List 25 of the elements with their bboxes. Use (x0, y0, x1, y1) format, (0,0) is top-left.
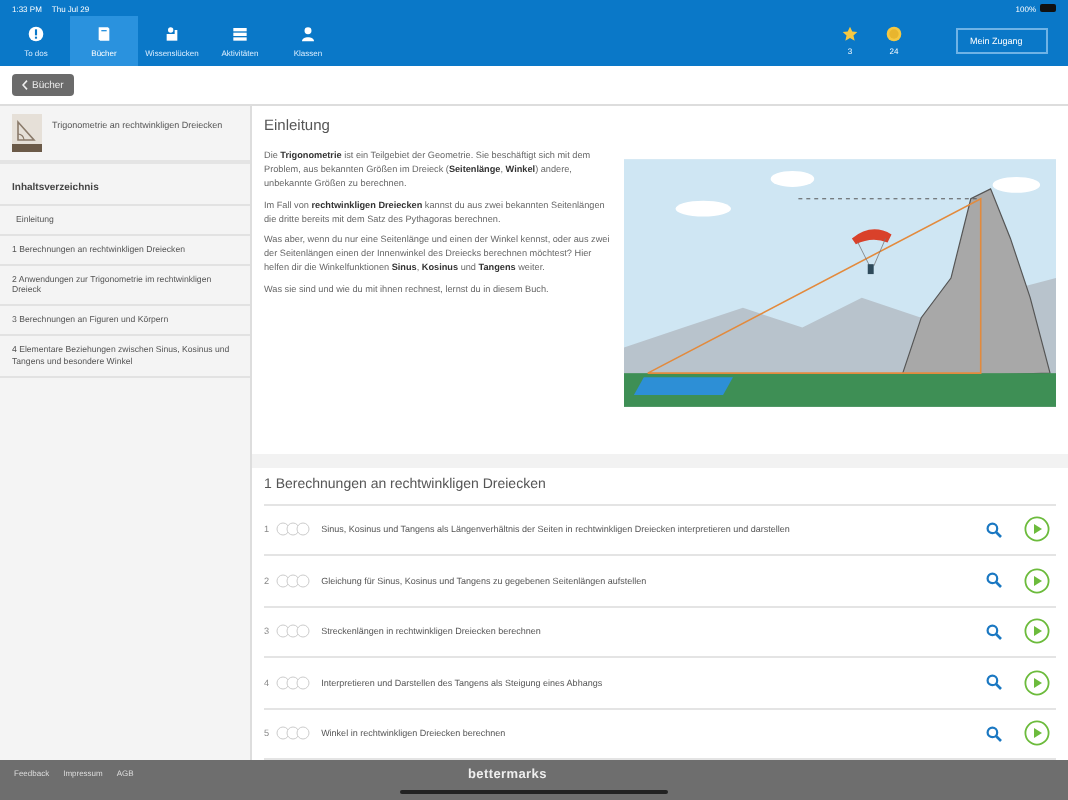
list-icon (232, 25, 248, 41)
progress-circles-icon (275, 522, 310, 537)
progress-circles-icon (275, 573, 310, 588)
progress-circles-icon (275, 726, 310, 741)
person-icon (300, 25, 316, 41)
book-cover-icon (12, 114, 42, 152)
play-icon[interactable] (1024, 567, 1050, 594)
coin-icon (886, 26, 902, 42)
chevron-left-icon (22, 80, 28, 90)
search-icon[interactable] (986, 725, 1002, 742)
alert-icon (28, 25, 44, 41)
person-icon (164, 25, 180, 41)
play-icon[interactable] (1024, 516, 1050, 543)
battery-icon (1040, 4, 1056, 12)
progress-circles-icon (275, 624, 310, 639)
star-icon (842, 26, 858, 42)
progress-circles-icon (275, 675, 310, 690)
search-icon[interactable] (986, 521, 1002, 538)
search-icon[interactable] (986, 572, 1002, 589)
play-icon[interactable] (1024, 618, 1050, 645)
book-icon (96, 25, 112, 41)
play-icon[interactable] (1024, 669, 1050, 696)
search-icon[interactable] (986, 674, 1002, 691)
play-icon[interactable] (1024, 720, 1050, 747)
search-icon[interactable] (986, 623, 1002, 640)
